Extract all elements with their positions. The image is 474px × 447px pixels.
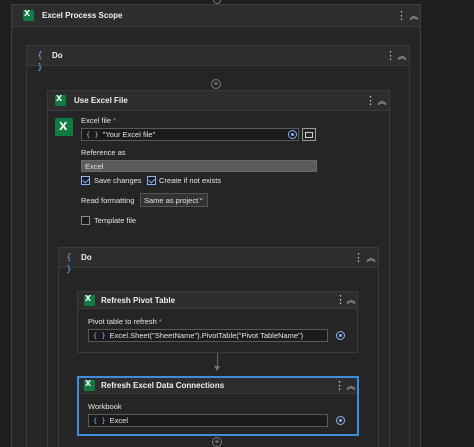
workbook-label: Workbook — [88, 402, 122, 411]
add-activity-plus-icon[interactable]: + — [211, 79, 221, 89]
save-changes-checkbox[interactable] — [81, 176, 90, 185]
create-if-not-exists-checkbox[interactable] — [147, 176, 156, 185]
read-formatting-dropdown[interactable]: Same as project ⌄ — [140, 193, 208, 207]
refresh-connections-collapse-icon[interactable]: ︽ — [345, 379, 357, 393]
pivot-table-value: Excel.Sheet("SheetName").PivotTable("Piv… — [109, 331, 304, 340]
create-if-not-exists-label: Create if not exists — [159, 176, 222, 185]
excel-icon — [84, 294, 95, 306]
workbook-input[interactable]: { } Excel — [88, 414, 328, 427]
read-formatting-value: Same as project — [144, 195, 199, 205]
excel-process-scope-header[interactable]: Excel Process Scope — [12, 5, 420, 27]
use-excel-file-menu-icon[interactable]: ⋮ — [365, 94, 376, 108]
outer-do-collapse-icon[interactable]: ︽ — [396, 49, 408, 63]
use-excel-file-title: Use Excel File — [74, 96, 128, 105]
excel-file-label: Excel file * — [81, 116, 117, 125]
refresh-pivot-menu-icon[interactable]: ⋮ — [335, 293, 346, 307]
outer-do-header[interactable]: { } Do — [27, 46, 409, 73]
use-excel-file-collapse-icon[interactable]: ︽ — [376, 94, 388, 108]
inner-do-title: Do — [81, 253, 92, 262]
workbook-options-icon[interactable] — [336, 416, 345, 425]
refresh-data-connections-header[interactable]: Refresh Excel Data Connections — [79, 378, 357, 394]
sequence-icon: { } — [37, 50, 43, 73]
expression-brace-icon: { } — [86, 130, 99, 139]
outer-do-title: Do — [52, 51, 63, 60]
add-activity-plus-icon-bottom[interactable]: + — [212, 437, 222, 447]
browse-folder-icon[interactable] — [302, 128, 316, 141]
excel-file-value: "Your Excel file" — [102, 130, 156, 139]
refresh-pivot-collapse-icon[interactable]: ︽ — [345, 293, 357, 307]
inner-do-header[interactable]: { } Do — [59, 248, 378, 275]
expression-brace-icon: { } — [93, 416, 106, 425]
refresh-data-connections-title: Refresh Excel Data Connections — [101, 381, 225, 390]
outer-do-menu-icon[interactable]: ⋮ — [385, 49, 396, 63]
refresh-pivot-table-title: Refresh Pivot Table — [101, 295, 176, 305]
template-file-checkbox[interactable] — [81, 216, 90, 225]
pivot-table-label: Pivot table to refresh * — [88, 317, 162, 326]
excel-icon — [55, 94, 66, 106]
read-formatting-label: Read formatting — [81, 196, 135, 205]
scope-menu-icon[interactable]: ⋮ — [396, 9, 407, 23]
pivot-table-input[interactable]: { } Excel.Sheet("SheetName").PivotTable(… — [88, 329, 328, 342]
excel-file-large-icon: X — [55, 118, 73, 136]
connector-line — [217, 353, 218, 367]
excel-icon — [84, 379, 95, 391]
reference-as-value: Excel — [85, 161, 104, 171]
refresh-connections-menu-icon[interactable]: ⋮ — [334, 379, 345, 393]
excel-process-scope-title: Excel Process Scope — [42, 11, 123, 20]
pivot-table-options-icon[interactable] — [336, 331, 345, 340]
connector-arrow-icon — [214, 366, 220, 371]
workbook-value: Excel — [109, 416, 128, 425]
excel-file-options-icon[interactable] — [288, 130, 297, 139]
sequence-icon: { } — [66, 252, 72, 275]
reference-as-input[interactable]: Excel — [81, 160, 317, 172]
refresh-pivot-table-header[interactable]: Refresh Pivot Table — [78, 292, 357, 309]
reference-as-label: Reference as — [81, 148, 126, 157]
excel-icon — [23, 9, 34, 21]
scope-collapse-icon[interactable]: ︽ — [408, 9, 420, 23]
inner-do-menu-icon[interactable]: ⋮ — [353, 251, 364, 265]
expression-brace-icon: { } — [93, 331, 106, 340]
use-excel-file-header[interactable]: Use Excel File — [48, 91, 389, 111]
inner-do-collapse-icon[interactable]: ︽ — [365, 251, 377, 265]
chevron-down-icon: ⌄ — [198, 195, 204, 202]
save-changes-label: Save changes — [94, 176, 142, 185]
template-file-label: Template file — [94, 216, 137, 225]
excel-file-input[interactable]: { } "Your Excel file" — [81, 128, 299, 141]
